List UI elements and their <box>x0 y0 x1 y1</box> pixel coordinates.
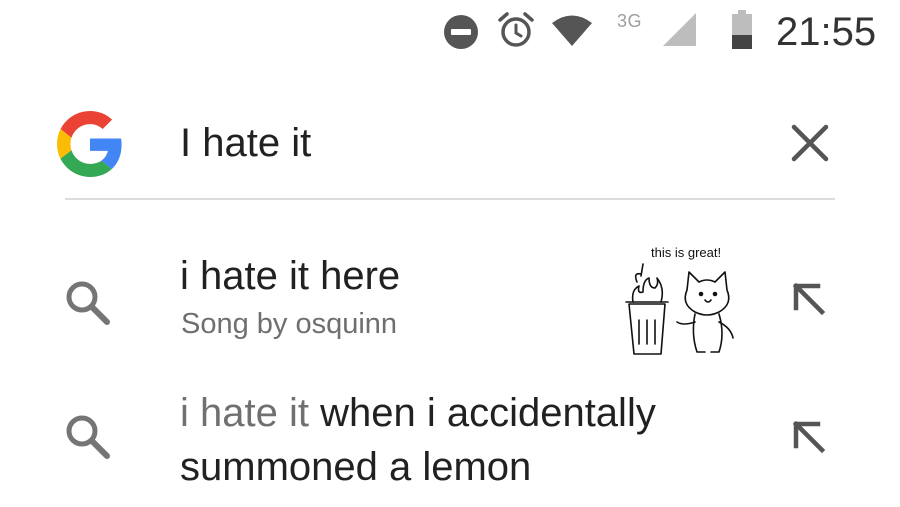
cartoon-cat-trash-drawing <box>625 263 734 355</box>
do-not-disturb-icon <box>444 15 478 49</box>
clock: 21:55 <box>776 10 877 54</box>
cell-signal-icon <box>663 13 696 46</box>
screen: 3G 21:55 i hate it here Song by <box>0 0 900 507</box>
close-icon[interactable] <box>785 118 835 168</box>
suggestion-title: i hate it when i accidentally summoned a… <box>180 386 750 494</box>
suggestion-title: i hate it here <box>180 254 401 298</box>
suggestion-thumbnail: this is great! <box>615 242 743 370</box>
network-type: 3G <box>617 11 643 31</box>
battery-icon <box>732 10 752 49</box>
google-g-icon <box>57 111 122 177</box>
arrow-up-left-icon[interactable] <box>788 416 830 458</box>
suggestion-match-text: i hate it <box>180 391 309 435</box>
alarm-icon <box>498 12 534 47</box>
search-icon <box>66 281 110 325</box>
search-input[interactable] <box>180 119 740 167</box>
arrow-up-left-icon[interactable] <box>788 278 830 320</box>
status-bar: 3G 21:55 <box>0 0 900 62</box>
suggestion-item[interactable]: i hate it when i accidentally summoned a… <box>0 380 900 500</box>
search-bar <box>0 100 900 190</box>
search-divider <box>65 198 835 200</box>
wifi-icon <box>552 15 592 46</box>
search-icon <box>66 415 110 459</box>
suggestion-item[interactable]: i hate it here Song by osquinn this is g… <box>0 220 900 370</box>
suggestion-subtitle: Song by osquinn <box>181 308 398 340</box>
